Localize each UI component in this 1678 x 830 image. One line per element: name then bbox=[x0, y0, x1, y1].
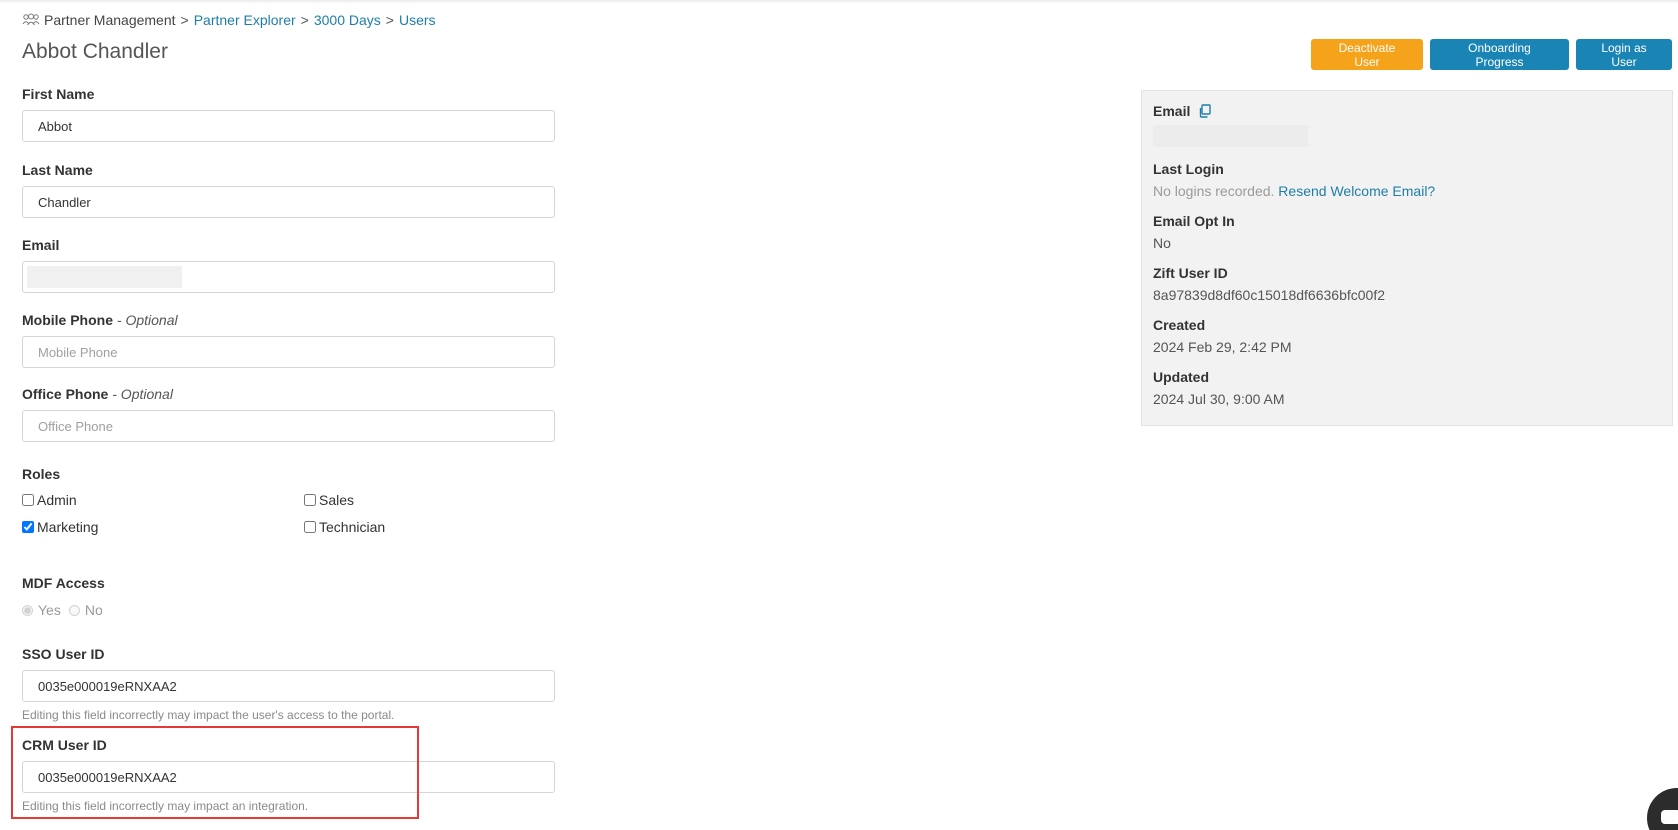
optional-tag: - Optional bbox=[108, 386, 173, 402]
info-updated: Updated 2024 Jul 30, 9:00 AM bbox=[1153, 369, 1661, 407]
info-email-opt-in: Email Opt In No bbox=[1153, 213, 1661, 251]
mobile-phone-label: Mobile Phone - Optional bbox=[22, 312, 555, 328]
breadcrumb-separator: > bbox=[300, 12, 309, 28]
email-opt-in-value: No bbox=[1153, 235, 1171, 251]
breadcrumb-root: Partner Management bbox=[44, 12, 176, 28]
mobile-phone-input[interactable] bbox=[22, 336, 555, 368]
mdf-no-label: No bbox=[84, 602, 103, 618]
first-name-label: First Name bbox=[22, 86, 95, 102]
mdf-access-group: MDF Access Yes No bbox=[22, 575, 555, 618]
redacted-email-mask bbox=[27, 266, 182, 288]
info-email-label: Email bbox=[1153, 103, 1661, 119]
chat-icon[interactable] bbox=[1647, 788, 1678, 830]
email-group: Email bbox=[22, 237, 555, 293]
breadcrumb-users[interactable]: Users bbox=[399, 12, 436, 28]
deactivate-user-button[interactable]: Deactivate User bbox=[1311, 39, 1423, 70]
last-name-group: Last Name bbox=[22, 162, 555, 218]
users-icon bbox=[22, 13, 40, 27]
role-sales-checkbox[interactable] bbox=[304, 494, 316, 506]
last-login-value: No logins recorded. Resend Welcome Email… bbox=[1153, 183, 1661, 199]
chat-icon-glyph bbox=[1661, 810, 1678, 824]
info-email: Email bbox=[1153, 103, 1661, 147]
sso-user-id-help: Editing this field incorrectly may impac… bbox=[22, 708, 395, 722]
info-created: Created 2024 Feb 29, 2:42 PM bbox=[1153, 317, 1661, 355]
copy-icon[interactable] bbox=[1198, 104, 1212, 118]
email-label: Email bbox=[22, 237, 60, 253]
role-admin-label: Admin bbox=[37, 492, 77, 508]
resend-welcome-email-link[interactable]: Resend Welcome Email? bbox=[1278, 183, 1435, 199]
mdf-access-label: MDF Access bbox=[22, 575, 105, 591]
onboarding-progress-button[interactable]: Onboarding Progress bbox=[1430, 39, 1569, 70]
breadcrumb-partner-explorer[interactable]: Partner Explorer bbox=[194, 12, 296, 28]
role-admin[interactable]: Admin bbox=[22, 492, 304, 508]
office-phone-input[interactable] bbox=[22, 410, 555, 442]
updated-value: 2024 Jul 30, 9:00 AM bbox=[1153, 391, 1285, 407]
sso-user-id-label: SSO User ID bbox=[22, 646, 105, 662]
role-marketing-label: Marketing bbox=[37, 519, 99, 535]
login-as-user-button[interactable]: Login as User bbox=[1576, 39, 1672, 70]
last-login-label: Last Login bbox=[1153, 161, 1224, 177]
roles-grid: Admin Sales Marketing Technician bbox=[22, 492, 555, 535]
breadcrumb-partner[interactable]: 3000 Days bbox=[314, 12, 381, 28]
role-technician-label: Technician bbox=[319, 519, 386, 535]
crm-user-id-input[interactable] bbox=[22, 761, 555, 793]
mdf-no-radio[interactable] bbox=[68, 604, 80, 616]
last-name-input[interactable] bbox=[22, 186, 555, 218]
mdf-yes-option[interactable]: Yes bbox=[22, 602, 61, 618]
zift-user-id-value: 8a97839d8df60c15018df6636bfc00f2 bbox=[1153, 287, 1385, 303]
office-phone-label: Office Phone - Optional bbox=[22, 386, 555, 402]
zift-user-id-label: Zift User ID bbox=[1153, 265, 1228, 281]
mdf-yes-label: Yes bbox=[38, 602, 61, 618]
first-name-input[interactable] bbox=[22, 110, 555, 142]
mdf-no-option[interactable]: No bbox=[68, 602, 103, 618]
mobile-phone-group: Mobile Phone - Optional bbox=[22, 312, 555, 368]
created-label: Created bbox=[1153, 317, 1206, 333]
crm-user-id-group: CRM User ID Editing this field incorrect… bbox=[22, 737, 555, 813]
office-phone-label-text: Office Phone bbox=[22, 386, 109, 402]
info-email-label-text: Email bbox=[1153, 103, 1191, 119]
crm-user-id-help: Editing this field incorrectly may impac… bbox=[22, 799, 309, 813]
mdf-access-options: Yes No bbox=[22, 602, 555, 618]
role-marketing-checkbox[interactable] bbox=[22, 521, 34, 533]
role-sales-label: Sales bbox=[319, 492, 355, 508]
header-actions: Deactivate User Onboarding Progress Logi… bbox=[1311, 39, 1672, 70]
sso-user-id-input[interactable] bbox=[22, 670, 555, 702]
roles-group: Roles Admin Sales Marketing Technician bbox=[22, 466, 555, 535]
sso-user-id-group: SSO User ID Editing this field incorrect… bbox=[22, 646, 555, 722]
info-last-login: Last Login No logins recorded. Resend We… bbox=[1153, 161, 1661, 199]
last-name-label: Last Name bbox=[22, 162, 93, 178]
role-marketing[interactable]: Marketing bbox=[22, 519, 304, 535]
roles-label: Roles bbox=[22, 466, 61, 482]
role-admin-checkbox[interactable] bbox=[22, 494, 34, 506]
page-title: Abbot Chandler bbox=[22, 40, 168, 63]
breadcrumb: Partner Management > Partner Explorer > … bbox=[22, 12, 436, 28]
user-form: First Name Last Name Email Mobile Phone … bbox=[22, 86, 555, 813]
top-shadow bbox=[0, 0, 1678, 4]
redacted-email-value bbox=[1153, 125, 1308, 147]
role-sales[interactable]: Sales bbox=[304, 492, 554, 508]
breadcrumb-separator: > bbox=[180, 12, 189, 28]
breadcrumb-separator: > bbox=[385, 12, 394, 28]
role-technician-checkbox[interactable] bbox=[304, 521, 316, 533]
user-info-panel: Email Last Login No logins recorded. Res… bbox=[1141, 90, 1673, 426]
created-value: 2024 Feb 29, 2:42 PM bbox=[1153, 339, 1292, 355]
optional-tag: - Optional bbox=[113, 312, 178, 328]
mdf-yes-radio[interactable] bbox=[22, 604, 33, 616]
role-technician[interactable]: Technician bbox=[304, 519, 554, 535]
last-login-text: No logins recorded. bbox=[1153, 183, 1275, 199]
info-zift-user-id: Zift User ID 8a97839d8df60c15018df6636bf… bbox=[1153, 265, 1661, 303]
office-phone-group: Office Phone - Optional bbox=[22, 386, 555, 442]
updated-label: Updated bbox=[1153, 369, 1209, 385]
crm-user-id-label: CRM User ID bbox=[22, 737, 107, 753]
email-input-wrap bbox=[22, 261, 555, 293]
email-opt-in-label: Email Opt In bbox=[1153, 213, 1235, 229]
mobile-phone-label-text: Mobile Phone bbox=[22, 312, 113, 328]
